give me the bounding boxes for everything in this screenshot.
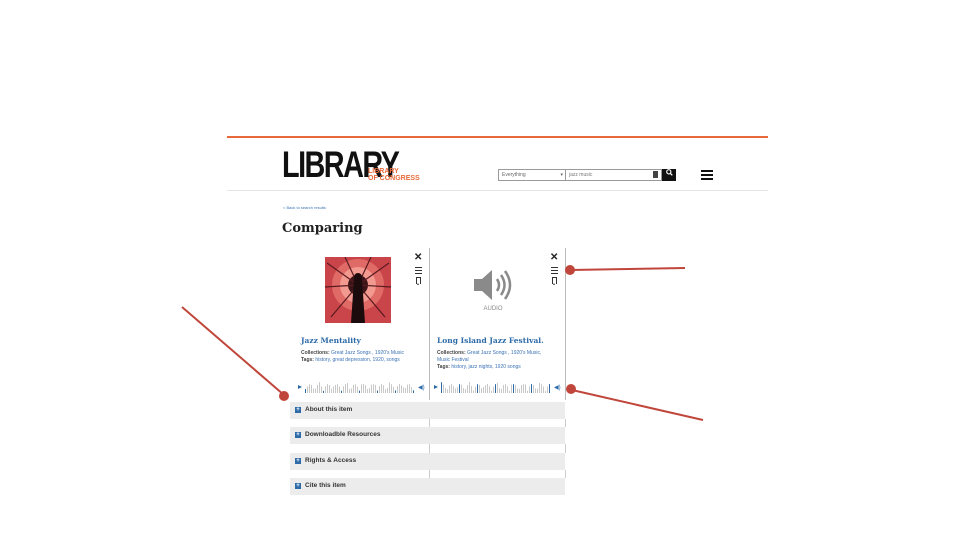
annotation-dot — [279, 391, 289, 401]
annotation-dot — [565, 265, 575, 275]
annotation-dot — [566, 384, 576, 394]
annotation-overlay — [181, 265, 704, 421]
annotation-line — [571, 389, 704, 421]
annotation-line — [181, 306, 285, 396]
annotation-line — [569, 267, 686, 271]
